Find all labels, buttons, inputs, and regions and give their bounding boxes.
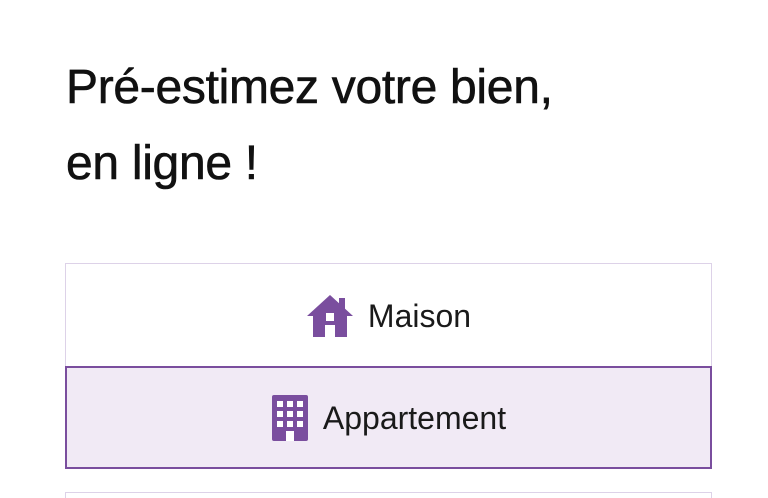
page-title-line-2: en ligne !	[66, 137, 259, 191]
property-type-label-maison: Maison	[367, 297, 472, 334]
page-title: Pré-estimez votre bien, en ligne !	[66, 50, 554, 202]
property-type-label-appartement: Appartement	[322, 399, 507, 436]
house-icon	[306, 294, 354, 338]
property-type-option-maison[interactable]: Maison	[65, 263, 712, 367]
property-type-option-partial[interactable]	[65, 492, 712, 498]
building-icon	[271, 394, 309, 442]
property-type-option-appartement[interactable]: Appartement	[65, 366, 712, 469]
page-title-line-1: Pré-estimez votre bien,	[66, 61, 554, 115]
estimation-page: Pré-estimez votre bien, en ligne ! Maiso…	[0, 0, 768, 498]
